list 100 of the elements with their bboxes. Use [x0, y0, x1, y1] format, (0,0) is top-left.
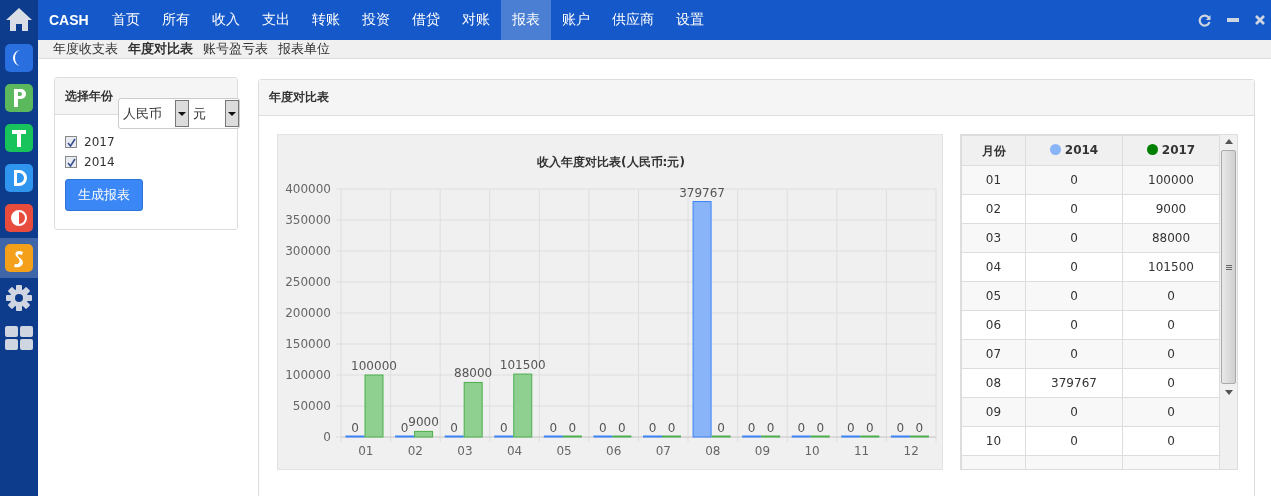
axis-tick-label: 100000 [285, 368, 331, 382]
table-cell: 9000 [1122, 194, 1220, 224]
table-cell: 0 [1025, 165, 1123, 195]
nav-tab[interactable]: 报表 [500, 0, 551, 40]
data-label: 88000 [454, 366, 493, 381]
table-cell: 07 [961, 339, 1026, 369]
axis-tick-label: 400000 [285, 182, 331, 196]
close-icon[interactable] [1255, 15, 1265, 25]
app-icon[interactable] [5, 204, 33, 232]
app-icon[interactable] [5, 84, 33, 112]
table-cell: 08 [961, 368, 1026, 398]
nav-tab[interactable]: 对账 [450, 0, 501, 40]
home-icon[interactable] [5, 6, 33, 32]
grid-icon[interactable] [5, 326, 33, 350]
chart-title: 收入年度对比表(人民币:元) [537, 155, 685, 169]
data-label: 0 [667, 421, 676, 435]
axis-tick-label: 01 [358, 444, 374, 458]
data-label: 0 [797, 421, 806, 435]
year-label: 2017 [84, 135, 115, 149]
panel-title: 年度对比表 [269, 89, 329, 106]
table-cell: 0 [1122, 281, 1220, 311]
refresh-icon[interactable] [1198, 13, 1211, 27]
column-header: 月份 [961, 135, 1026, 166]
nav-tab[interactable]: 所有 [150, 0, 201, 40]
table-cell: 0 [1025, 310, 1123, 340]
generate-button[interactable]: 生成报表 [65, 179, 143, 211]
checkbox[interactable] [65, 136, 77, 148]
axis-tick-label: 0 [323, 430, 331, 444]
table-cell: 0 [1122, 310, 1220, 340]
data-label: 0 [618, 421, 626, 435]
axis-tick-label: 12 [903, 444, 919, 458]
nav-tab[interactable]: 收入 [200, 0, 251, 40]
sub-tab[interactable]: 报表单位 [278, 40, 330, 58]
axis-tick-label: 02 [407, 444, 423, 458]
axis-tick-label: 200000 [285, 306, 331, 320]
table-cell: 0 [1122, 426, 1220, 456]
table-cell: 04 [961, 252, 1026, 282]
app-icon[interactable] [5, 244, 33, 272]
data-label: 0 [499, 421, 508, 435]
brand-name[interactable]: CASH [38, 12, 101, 28]
sub-tab[interactable]: 账号盈亏表 [203, 40, 268, 58]
table-cell: 0 [1025, 194, 1123, 224]
table-cell: 06 [961, 310, 1026, 340]
table-cell: 09 [961, 397, 1026, 427]
app-icon[interactable] [5, 164, 33, 192]
nav-tab[interactable]: 设置 [664, 0, 715, 40]
data-label: 0 [896, 421, 905, 435]
table-cell: 0 [1122, 397, 1220, 427]
data-label: 0 [549, 421, 558, 435]
axis-tick-label: 03 [457, 444, 473, 458]
table-cell: 0 [1025, 426, 1123, 456]
panel-title: 选择年份 [65, 87, 113, 105]
app-icon[interactable] [5, 44, 33, 72]
data-label: 0 [847, 421, 855, 435]
data-label: 0 [450, 421, 458, 435]
nav-tab[interactable]: 借贷 [400, 0, 451, 40]
data-label: 0 [766, 421, 775, 435]
table-cell: 101500 [1122, 252, 1220, 282]
app-icon[interactable] [5, 124, 33, 152]
nav-tab[interactable]: 支出 [250, 0, 301, 40]
scroll-down-icon[interactable] [1224, 390, 1233, 395]
scrollbar[interactable] [1220, 135, 1237, 469]
table-cell: 0 [1122, 368, 1220, 398]
year-label: 2014 [84, 155, 115, 169]
column-header: 2014 [1025, 135, 1123, 166]
data-label: 0 [915, 421, 924, 435]
table-cell: 05 [961, 281, 1026, 311]
nav-tab[interactable]: 账户 [550, 0, 601, 40]
table-cell: 0 [1025, 223, 1123, 253]
data-label: 0 [866, 421, 874, 435]
sub-tab[interactable]: 年度收支表 [53, 40, 118, 58]
data-label: 0 [568, 421, 577, 435]
axis-tick-label: 11 [854, 444, 870, 458]
axis-tick-label: 04 [506, 444, 523, 458]
table-cell: 88000 [1122, 223, 1220, 253]
table-cell: 100000 [1122, 165, 1220, 195]
nav-tab[interactable]: 投资 [350, 0, 401, 40]
axis-tick-label: 150000 [285, 337, 331, 351]
data-label: 0 [816, 421, 825, 435]
axis-tick-label: 08 [705, 444, 721, 458]
table-cell: 0 [1025, 281, 1123, 311]
table-cell: 0 [1025, 397, 1123, 427]
axis-tick-label: 250000 [285, 275, 331, 289]
table-cell: 03 [961, 223, 1026, 253]
data-label: 9000 [408, 415, 439, 430]
table-cell: 0 [1025, 339, 1123, 369]
table-cell: 0 [1122, 339, 1220, 369]
scroll-up-icon[interactable] [1224, 139, 1233, 144]
table-cell: 379767 [1025, 368, 1123, 398]
settings-icon[interactable] [6, 285, 32, 311]
nav-tab[interactable]: 转账 [300, 0, 351, 40]
data-label: 0 [717, 421, 725, 435]
data-label: 0 [351, 421, 359, 435]
axis-tick-label: 07 [655, 444, 671, 458]
data-label: 100000 [351, 359, 397, 373]
nav-tab[interactable]: 供应商 [600, 0, 665, 40]
column-header: 2017 [1122, 135, 1220, 166]
nav-tab[interactable]: 首页 [100, 0, 151, 40]
checkbox[interactable] [65, 156, 77, 168]
sub-tab[interactable]: 年度对比表 [128, 40, 193, 58]
